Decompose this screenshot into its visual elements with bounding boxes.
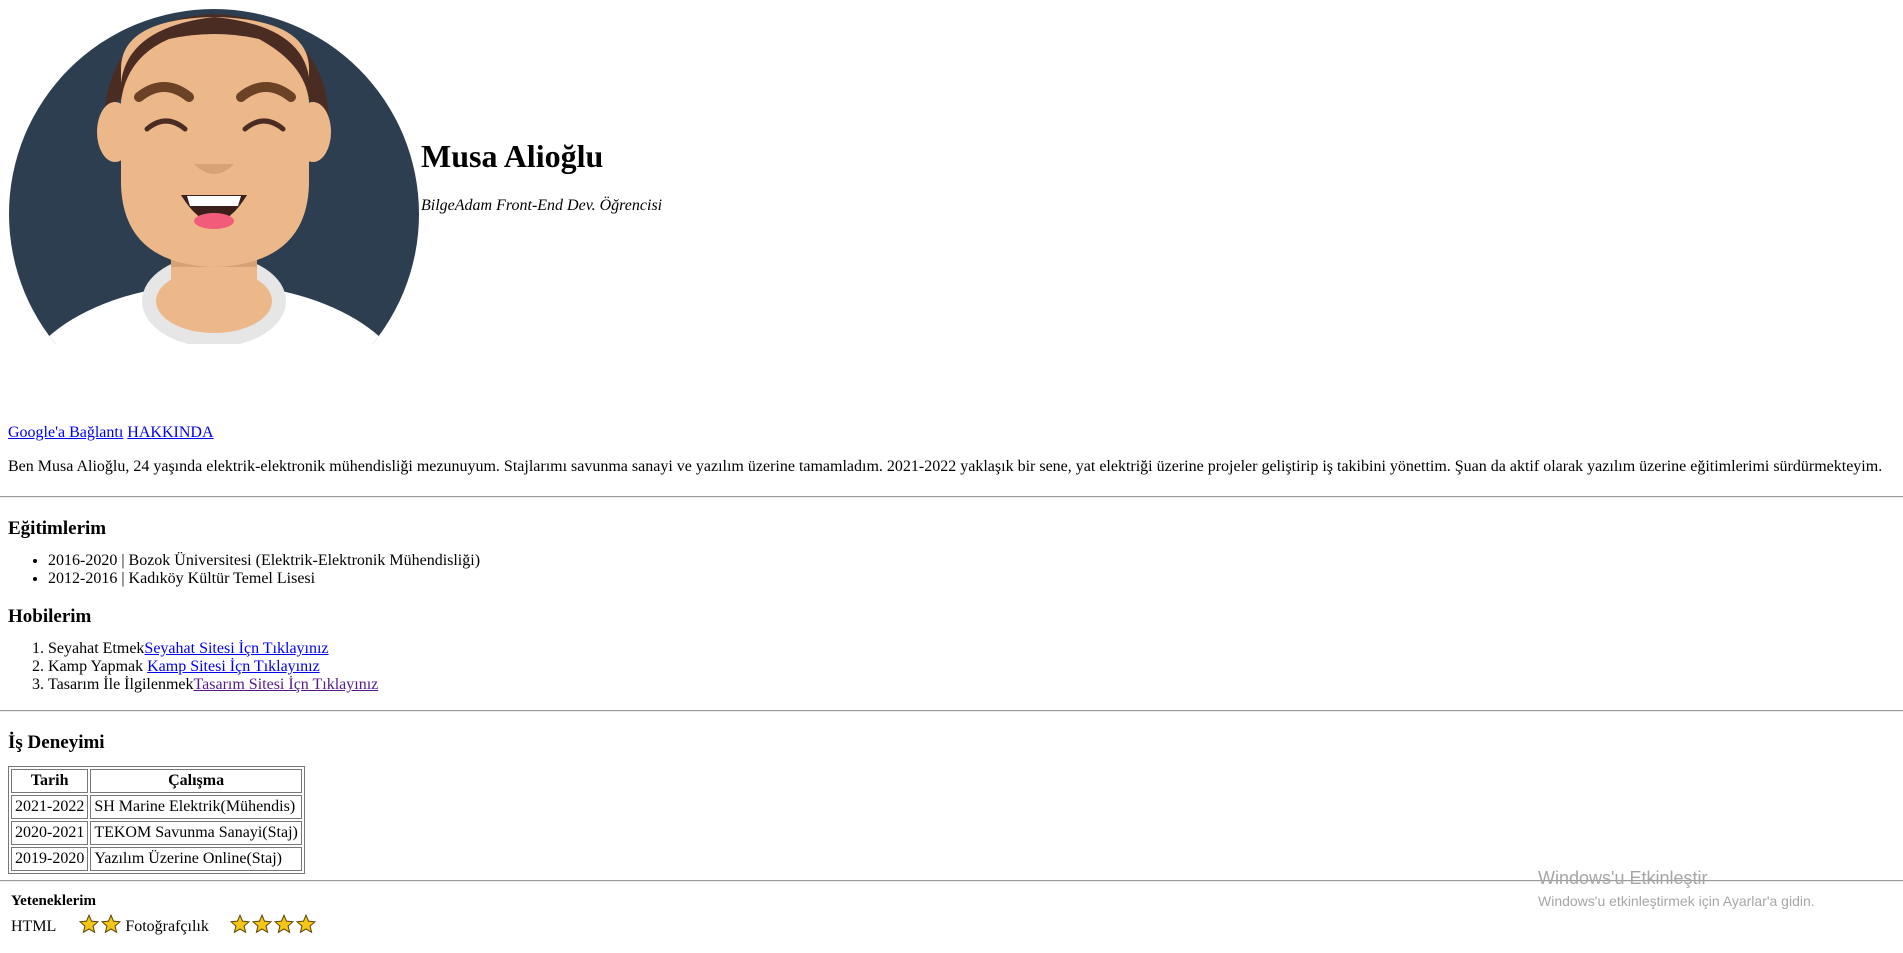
design-site-link[interactable]: Tasarım Sitesi İçn Tıklayınız <box>194 676 379 693</box>
table-cell: 2020-2021 <box>11 821 89 845</box>
education-years: 2012-2016 <box>48 570 118 587</box>
divider <box>0 710 1903 712</box>
table-header-row: Tarih Çalışma <box>11 769 302 793</box>
star-icon <box>79 914 100 934</box>
education-title: Eğitimlerim <box>8 518 107 539</box>
skill-rating <box>229 913 317 940</box>
education-years: 2016-2020 <box>48 552 118 569</box>
star-rating <box>79 914 122 934</box>
table-cell: TEKOM Savunma Sanayi(Staj) <box>90 821 302 845</box>
list-item: 2012-2016 | Kadıköy Kültür Temel Lisesi <box>48 570 1895 588</box>
hobbies-list: Seyahat EtmekSeyahat Sitesi İçn Tıklayın… <box>8 640 1895 694</box>
watermark-title: Windows'u Etkinleştir <box>1538 868 1708 888</box>
profile-text-cell: Musa Alioğlu BilgeAdam Front-End Dev. Öğ… <box>420 8 663 345</box>
skill-label: HTML <box>11 917 57 935</box>
star-icon <box>295 914 316 934</box>
table-cell: SH Marine Elektrik(Mühendis) <box>90 795 302 819</box>
profile-header: Musa Alioğlu BilgeAdam Front-End Dev. Öğ… <box>8 8 663 345</box>
separator: | <box>117 552 129 569</box>
profile-tagline: BilgeAdam Front-End Dev. Öğrencisi <box>421 197 663 214</box>
separator: | <box>117 570 129 587</box>
skill-label: Fotoğrafçılık <box>125 917 209 935</box>
avatar <box>9 9 419 344</box>
avatar-cell <box>8 8 420 345</box>
work-table: Tarih Çalışma 2021-2022 SH Marine Elektr… <box>8 766 305 874</box>
list-item: Tasarım İle İlgilenmekTasarım Sitesi İçn… <box>48 676 1895 694</box>
profile-name: Musa Alioğlu <box>421 138 604 174</box>
column-header: Tarih <box>11 769 89 793</box>
hobby-text: Tasarım İle İlgilenmek <box>48 676 194 693</box>
nav-links: Google'a Bağlantı HAKKINDA <box>8 420 1895 446</box>
table-row: 2019-2020 Yazılım Üzerine Online(Staj) <box>11 847 302 871</box>
divider <box>0 496 1903 498</box>
table-row: HTML Fotoğrafçılık <box>10 913 317 940</box>
skills-title: Yeteneklerim <box>11 893 96 909</box>
star-icon <box>101 914 122 934</box>
table-cell: Yazılım Üzerine Online(Staj) <box>90 847 302 871</box>
education-school: Bozok Üniversitesi (Elektrik-Elektronik … <box>128 552 481 569</box>
work-title: İş Deneyimi <box>8 732 105 753</box>
star-rating <box>229 914 316 934</box>
star-icon <box>229 914 250 934</box>
about-link[interactable]: HAKKINDA <box>127 424 213 441</box>
camp-site-link[interactable]: Kamp Sitesi İçn Tıklayınız <box>147 658 320 675</box>
star-icon <box>251 914 272 934</box>
google-link[interactable]: Google'a Bağlantı <box>8 424 123 441</box>
list-item: Seyahat EtmekSeyahat Sitesi İçn Tıklayın… <box>48 640 1895 658</box>
list-item: Kamp Yapmak Kamp Sitesi İçn Tıklayınız <box>48 658 1895 676</box>
skill-rating <box>78 913 122 940</box>
column-header: Çalışma <box>90 769 302 793</box>
table-row: 2020-2021 TEKOM Savunma Sanayi(Staj) <box>11 821 302 845</box>
main-content: Google'a Bağlantı HAKKINDA Ben Musa Alio… <box>0 420 1903 942</box>
hobby-text: Kamp Yapmak <box>48 658 148 675</box>
windows-activation-watermark: Windows'u Etkinleştir Windows'u etkinleş… <box>1538 868 1815 909</box>
travel-site-link[interactable]: Seyahat Sitesi İçn Tıklayınız <box>144 640 328 657</box>
table-cell: 2021-2022 <box>11 795 89 819</box>
about-paragraph: Ben Musa Alioğlu, 24 yaşında elektrik-el… <box>8 458 1883 475</box>
table-cell: 2019-2020 <box>11 847 89 871</box>
hobby-text: Seyahat Etmek <box>48 640 145 657</box>
table-row: 2021-2022 SH Marine Elektrik(Mühendis) <box>11 795 302 819</box>
education-list: 2016-2020 | Bozok Üniversitesi (Elektrik… <box>8 552 1895 588</box>
star-icon <box>273 914 294 934</box>
education-school: Kadıköy Kültür Temel Lisesi <box>128 570 316 587</box>
list-item: 2016-2020 | Bozok Üniversitesi (Elektrik… <box>48 552 1895 570</box>
watermark-subtitle: Windows'u etkinleştirmek için Ayarlar'a … <box>1538 893 1815 909</box>
hobbies-title: Hobilerim <box>8 606 92 627</box>
skills-table: Yeteneklerim HTML Fotoğrafçılık <box>8 890 319 942</box>
